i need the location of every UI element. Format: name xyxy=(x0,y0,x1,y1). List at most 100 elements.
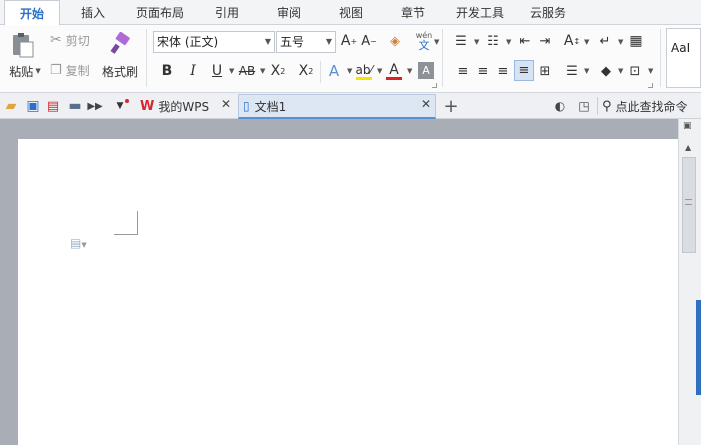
paragraph-dialog-launcher-icon[interactable] xyxy=(648,83,653,88)
command-search-label: 点此查找命令 xyxy=(615,99,688,114)
document-page[interactable]: ▤▼ xyxy=(18,139,678,445)
copy-button[interactable]: ❐ 复制 xyxy=(50,61,98,79)
close-icon[interactable]: ✕ xyxy=(221,97,231,111)
chevron-down-icon[interactable]: ▼ xyxy=(618,38,623,46)
justify-icon[interactable]: ≡ xyxy=(514,60,534,81)
font-dialog-launcher-icon[interactable] xyxy=(432,83,437,88)
chevron-down-icon[interactable]: ▼ xyxy=(474,38,479,46)
grow-font-icon[interactable]: A + xyxy=(340,31,358,51)
chevron-down-icon[interactable]: ▼ xyxy=(347,67,352,75)
wps-logo-icon: W xyxy=(140,99,155,114)
shrink-font-icon[interactable]: A − xyxy=(360,31,378,51)
align-right-icon[interactable]: ≡ xyxy=(494,61,512,81)
notification-dot xyxy=(125,99,129,103)
chevron-down-icon[interactable]: ▼ xyxy=(229,67,234,75)
search-icon: ⚲ xyxy=(602,98,612,114)
chevron-down-icon[interactable]: ▼ xyxy=(260,67,265,75)
margin-corner-mark xyxy=(114,211,138,235)
styles-gallery[interactable]: AaI xyxy=(666,28,701,88)
change-case-icon[interactable]: A ↕ xyxy=(560,31,584,51)
export-pdf-icon[interactable]: ▤ xyxy=(44,97,62,115)
bold-icon[interactable]: B xyxy=(158,61,176,81)
sync-icon[interactable]: ◳ xyxy=(576,97,592,115)
chevron-down-icon[interactable]: ▼ xyxy=(584,38,589,46)
vertical-scrollbar[interactable]: ▣ ▲ xyxy=(678,119,701,445)
menu-tab-view[interactable]: 视图 xyxy=(328,0,374,25)
cut-button[interactable]: ✂ 剪切 xyxy=(50,31,98,49)
italic-icon[interactable]: I xyxy=(184,61,202,81)
strikethrough-icon[interactable]: AB xyxy=(236,61,258,81)
menu-tab-developer[interactable]: 开发工具 xyxy=(450,0,510,25)
superscript-icon[interactable]: X2 xyxy=(268,61,288,81)
highlight-icon[interactable]: ab⁄ xyxy=(354,59,374,83)
menu-tab-insert[interactable]: 插入 xyxy=(66,0,120,25)
ruler-toggle-icon[interactable]: ▣ xyxy=(683,121,697,133)
font-color-icon[interactable]: A xyxy=(384,59,404,83)
tab-my-wps[interactable]: W 我的WPS xyxy=(134,94,234,119)
line-spacing-icon[interactable]: ☰ xyxy=(562,61,582,81)
paste-options-icon[interactable]: ▤▼ xyxy=(70,236,98,250)
bullet-list-icon[interactable]: ☰ xyxy=(450,31,472,51)
more-commands-icon[interactable]: ▶▶ xyxy=(87,97,102,115)
underline-icon[interactable]: U xyxy=(208,61,226,81)
chevron-down-icon: ▼ xyxy=(325,37,332,46)
menu-tab-review[interactable]: 审阅 xyxy=(266,0,312,25)
font-name-value: 宋体 (正文) xyxy=(157,35,219,49)
increase-indent-icon[interactable]: ⇥ xyxy=(536,31,554,51)
copy-icon: ❐ xyxy=(50,62,62,78)
chevron-down-icon[interactable]: ▼ xyxy=(648,67,653,75)
tab-document-label: 文档1 xyxy=(254,99,287,114)
style-preview-normal[interactable]: AaI xyxy=(671,41,690,55)
chevron-down-icon[interactable]: ▼ xyxy=(377,67,382,75)
menu-tab-start[interactable]: 开始 xyxy=(4,0,60,26)
paste-label: 粘贴 xyxy=(9,64,34,79)
chevron-down-icon[interactable]: ▼ xyxy=(506,38,511,46)
save-icon[interactable]: ▣ xyxy=(24,97,42,115)
paragraph-shading-icon[interactable]: ◆ xyxy=(596,61,616,81)
font-name-select[interactable]: 宋体 (正文) ▼ xyxy=(153,31,275,53)
chevron-down-icon[interactable]: ▼ xyxy=(407,67,412,75)
chevron-down-icon[interactable]: ▼ xyxy=(584,67,589,75)
align-left-icon[interactable]: ≡ xyxy=(454,61,472,81)
text-effect-icon[interactable]: A xyxy=(324,61,344,81)
chevron-down-icon[interactable]: ▼ xyxy=(618,67,623,75)
decrease-indent-icon[interactable]: ⇤ xyxy=(516,31,534,51)
format-painter-icon[interactable] xyxy=(106,30,134,58)
numbered-list-icon[interactable]: ☷ xyxy=(482,31,504,51)
menu-bar: 开始 插入 页面布局 引用 审阅 视图 章节 开发工具 云服务 xyxy=(0,0,701,26)
paragraph-mark-icon[interactable]: ↵ xyxy=(596,31,614,51)
menu-tab-page-layout[interactable]: 页面布局 xyxy=(126,0,194,25)
paste-button[interactable]: 粘贴 ▼ xyxy=(5,63,45,79)
font-size-select[interactable]: 五号 ▼ xyxy=(276,31,336,53)
ribbon-divider xyxy=(442,29,443,87)
tab-document[interactable]: ▯ 文档1 xyxy=(238,94,436,119)
command-search[interactable]: ⚲ 点此查找命令 xyxy=(602,97,701,115)
menu-tab-cloud[interactable]: 云服务 xyxy=(524,0,572,25)
borders-icon[interactable]: ⊡ xyxy=(626,61,644,81)
scroll-thumb[interactable] xyxy=(682,157,696,253)
character-shading-icon[interactable]: A xyxy=(418,62,434,79)
open-folder-icon[interactable]: ▰ xyxy=(2,97,20,115)
table-icon[interactable]: ▦ xyxy=(626,31,646,51)
font-size-value: 五号 xyxy=(280,35,305,49)
close-icon[interactable]: ✕ xyxy=(421,97,431,111)
distributed-align-icon[interactable]: ⊞ xyxy=(536,61,554,81)
scissors-icon: ✂ xyxy=(50,32,62,48)
paste-icon[interactable] xyxy=(8,30,38,60)
new-tab-plus-icon[interactable]: + xyxy=(442,96,460,117)
print-icon[interactable]: ▬ xyxy=(66,97,84,115)
menu-tab-section[interactable]: 章节 xyxy=(390,0,436,25)
copy-label: 复制 xyxy=(65,63,90,78)
document-icon: ▯ xyxy=(243,99,250,113)
clear-format-icon[interactable]: ◈ xyxy=(386,31,404,51)
tabbar-divider xyxy=(597,97,598,115)
scroll-grip-icon xyxy=(685,199,692,205)
scroll-up-icon[interactable]: ▲ xyxy=(685,143,691,152)
subscript-icon[interactable]: X2 xyxy=(296,61,316,81)
side-panel-handle[interactable] xyxy=(696,300,701,395)
menu-tab-references[interactable]: 引用 xyxy=(204,0,250,25)
restore-icon[interactable]: ◐ xyxy=(552,97,568,115)
chevron-down-icon[interactable]: ▼ xyxy=(434,38,439,46)
format-painter-button[interactable]: 格式刷 xyxy=(100,63,140,79)
align-center-icon[interactable]: ≡ xyxy=(474,61,492,81)
